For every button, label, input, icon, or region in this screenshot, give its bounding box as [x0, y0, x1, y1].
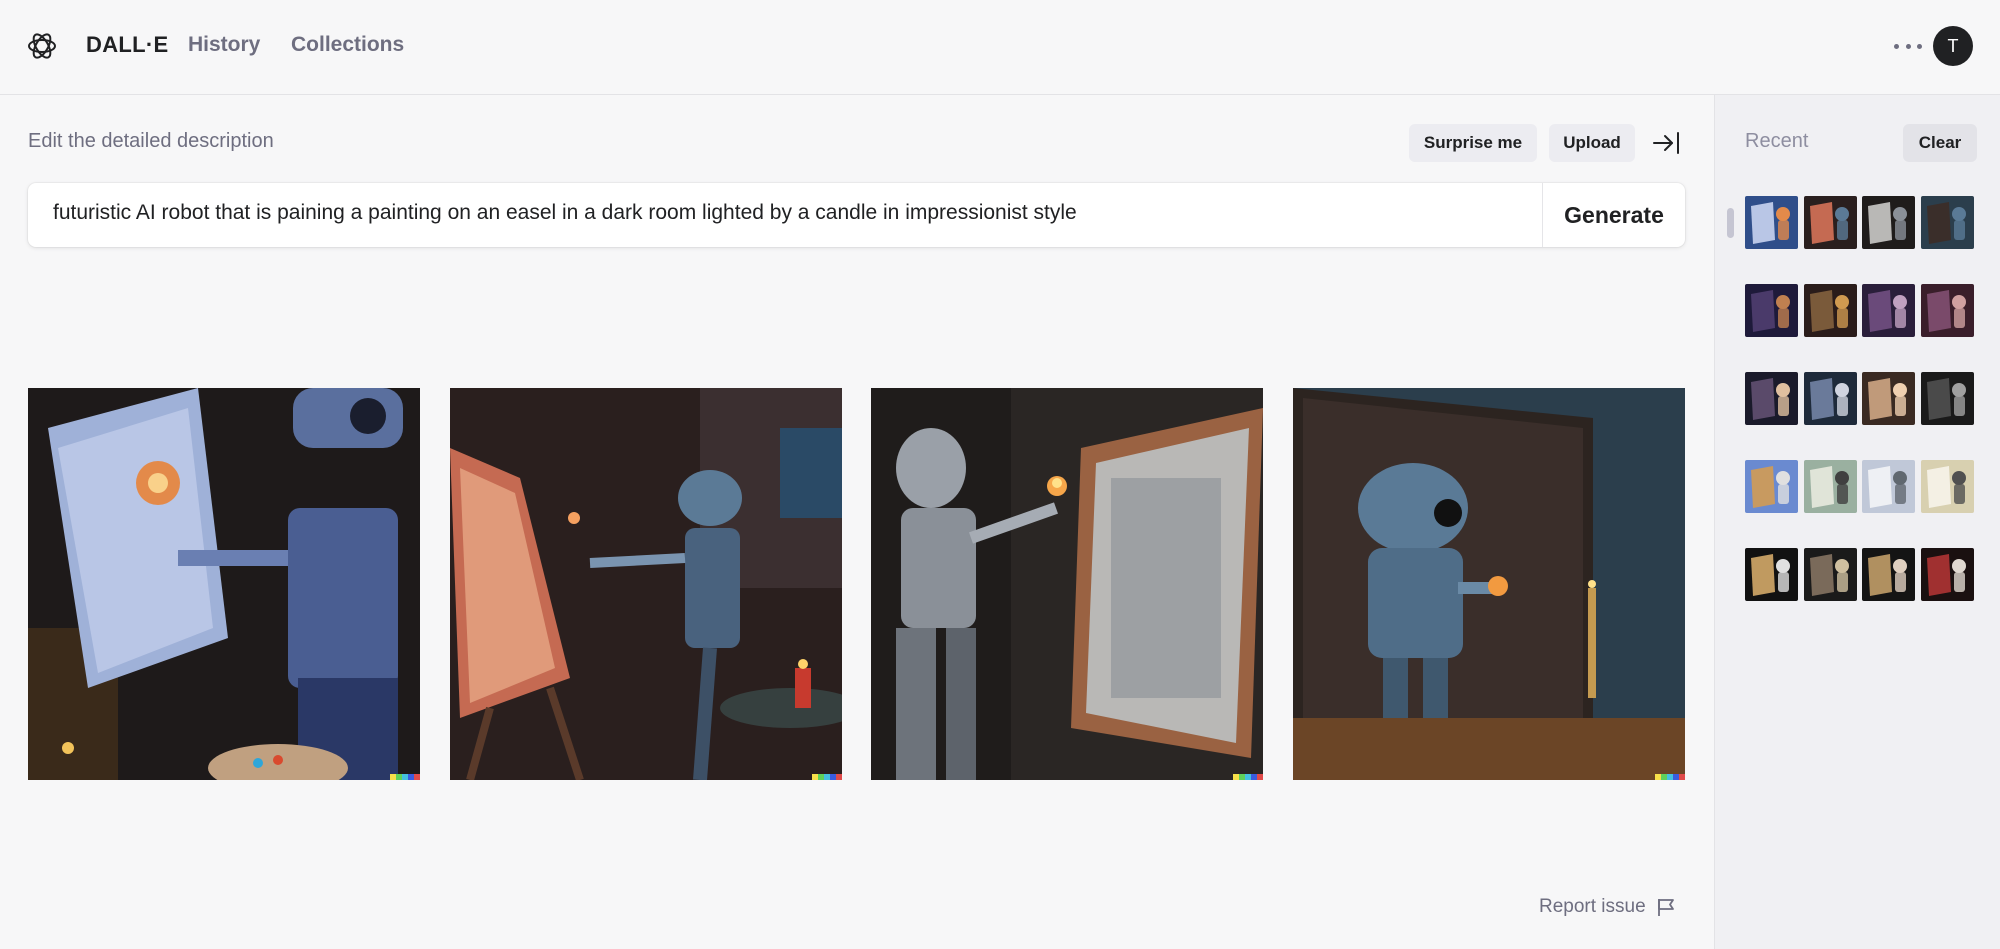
generated-image-3[interactable] [871, 388, 1263, 780]
brand-title[interactable]: DALL·E [86, 32, 168, 58]
watermark-signature [390, 774, 420, 780]
top-bar: DALL·E History Collections T [0, 0, 2000, 95]
recent-thumbnail[interactable] [1921, 548, 1974, 601]
recent-sidebar: Recent Clear [1714, 95, 2000, 949]
generated-image-2[interactable] [450, 388, 842, 780]
watermark-signature [1233, 774, 1263, 780]
recent-thumbnail[interactable] [1745, 460, 1798, 513]
recent-thumbnail[interactable] [1804, 460, 1857, 513]
recent-thumbnail[interactable] [1862, 548, 1915, 601]
recent-thumbnail[interactable] [1804, 372, 1857, 425]
recent-thumbnail[interactable] [1745, 196, 1798, 249]
report-issue-label: Report issue [1539, 896, 1646, 917]
generated-image-4[interactable] [1293, 388, 1685, 780]
recent-thumbnail[interactable] [1921, 460, 1974, 513]
report-issue-link[interactable]: Report issue [1539, 896, 1676, 918]
recent-thumbnail[interactable] [1804, 284, 1857, 337]
more-options-icon[interactable] [1894, 28, 1922, 64]
recent-thumbnail[interactable] [1862, 284, 1915, 337]
nav-history[interactable]: History [188, 33, 260, 57]
watermark-signature [1655, 774, 1685, 780]
recent-thumbnail[interactable] [1921, 196, 1974, 249]
edit-description-label: Edit the detailed description [28, 130, 274, 152]
recent-thumbnail[interactable] [1804, 196, 1857, 249]
recent-thumbnail[interactable] [1745, 372, 1798, 425]
prompt-field[interactable]: futuristic AI robot that is paining a pa… [28, 183, 1685, 247]
recent-thumbnail[interactable] [1862, 372, 1915, 425]
recent-thumbnail[interactable] [1745, 548, 1798, 601]
user-avatar[interactable]: T [1933, 26, 1973, 66]
recent-label: Recent [1745, 130, 1809, 152]
surprise-me-button[interactable]: Surprise me [1409, 124, 1537, 162]
clear-button[interactable]: Clear [1903, 124, 1977, 162]
recent-thumbnail[interactable] [1745, 284, 1798, 337]
nav-collections[interactable]: Collections [291, 33, 404, 57]
recent-thumbnail[interactable] [1921, 284, 1974, 337]
recent-thumbnail[interactable] [1804, 548, 1857, 601]
recent-thumbnail[interactable] [1862, 460, 1915, 513]
openai-logo-icon[interactable] [26, 30, 58, 62]
upload-button[interactable]: Upload [1549, 124, 1635, 162]
prompt-input[interactable]: futuristic AI robot that is paining a pa… [53, 201, 1077, 225]
generate-button[interactable]: Generate [1543, 183, 1685, 247]
collapse-sidebar-icon[interactable] [1652, 130, 1680, 156]
watermark-signature [812, 774, 842, 780]
generated-image-1[interactable] [28, 388, 420, 780]
flag-icon [1657, 899, 1674, 916]
scrollbar[interactable] [1727, 208, 1734, 238]
recent-thumbnail[interactable] [1921, 372, 1974, 425]
recent-thumbnail[interactable] [1862, 196, 1915, 249]
